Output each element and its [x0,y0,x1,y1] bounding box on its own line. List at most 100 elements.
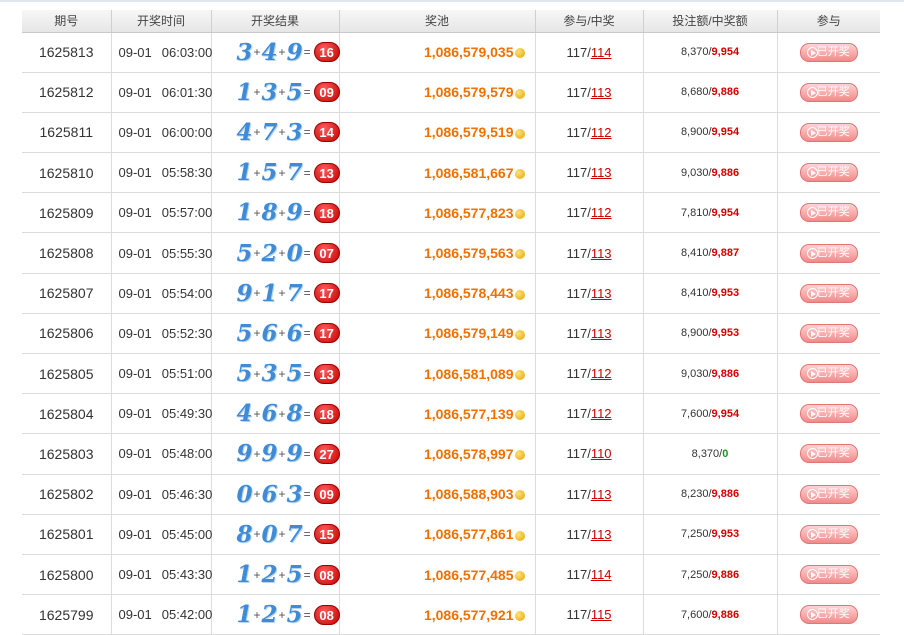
result-digit-3: 3 [286,118,303,146]
jackpot-pool: 1,086,578,997 [339,433,536,475]
coin-icon [514,289,525,300]
winner-count-link[interactable]: 112 [591,125,612,140]
participant-count: 117 [566,607,588,623]
winner-count-link[interactable]: 112 [591,366,612,381]
winner-count-link[interactable]: 115 [591,607,612,622]
participant-count: 117 [566,486,588,502]
join-cell: 已开奖 [777,152,880,194]
participant-count: 117 [566,165,588,181]
table-row: 1625813 09-01 06:03:00 3+4+9= 16 1,086,579… [22,32,880,73]
drawn-button[interactable]: 已开奖 [799,404,858,424]
winner-count-link[interactable]: 112 [591,406,612,421]
play-icon [806,126,818,138]
play-icon [806,528,818,540]
draw-clock: 05:46:30 [161,486,213,502]
winner-count-link[interactable]: 114 [591,45,612,60]
drawn-button[interactable]: 已开奖 [799,203,858,223]
drawn-button[interactable]: 已开奖 [799,484,858,504]
drawn-button[interactable]: 已开奖 [799,323,858,343]
result-sum-ball: 14 [313,122,340,143]
header-bet: 投注额/中奖额 [643,10,778,33]
draw-result: 1+8+9= 18 [211,192,340,234]
jackpot-pool: 1,086,579,035 [339,32,536,73]
draw-date: 09-01 [118,526,152,542]
header-participate: 参与/中奖 [535,10,644,33]
bet-win-amount: 8,900/9,954 [643,112,778,154]
drawn-button[interactable]: 已开奖 [799,42,858,62]
plus-sign: + [278,45,286,60]
join-cell: 已开奖 [777,514,880,555]
draw-clock: 05:55:30 [161,245,213,261]
table-row: 1625799 09-01 05:42:00 1+2+5= 08 1,086,577… [22,594,880,635]
drawn-button[interactable]: 已开奖 [799,163,858,183]
equals-sign: = [303,607,311,622]
drawn-button-label: 已开奖 [816,326,850,339]
drawn-button-label: 已开奖 [816,286,850,299]
drawn-button[interactable]: 已开奖 [799,565,858,585]
coin-icon [514,209,525,220]
winner-count-link[interactable]: 110 [591,446,612,461]
equals-sign: = [303,527,311,542]
coin-icon [514,450,525,461]
table-row: 1625811 09-01 06:00:00 4+7+3= 14 1,086,579… [22,112,880,154]
winner-count-link[interactable]: 113 [591,527,612,542]
issue-number: 1625812 [22,72,112,113]
result-digit-2: 2 [261,561,278,589]
result-digit-2: 6 [261,319,278,347]
result-digit-1: 1 [236,159,253,187]
winner-count-link[interactable]: 113 [591,246,612,261]
result-digit-3: 3 [286,480,303,508]
plus-sign: + [278,125,286,140]
draw-result: 8+0+7= 15 [211,514,340,555]
draw-time: 09-01 05:54:00 [111,273,212,314]
draw-result: 1+3+5= 09 [211,72,340,113]
winner-count-link[interactable]: 113 [591,487,612,502]
winner-count-link[interactable]: 114 [591,567,612,582]
drawn-button[interactable]: 已开奖 [799,82,858,102]
drawn-button[interactable]: 已开奖 [799,283,858,303]
jackpot-pool: 1,086,577,823 [339,192,536,234]
drawn-button[interactable]: 已开奖 [799,122,858,142]
play-icon [806,247,818,259]
participant-count: 117 [566,285,588,301]
drawn-button-label: 已开奖 [816,45,850,58]
win-amount: 9,886 [711,488,740,501]
join-cell: 已开奖 [777,72,880,113]
play-icon [806,46,818,58]
equals-sign: = [303,246,311,261]
draw-date: 09-01 [118,406,152,422]
drawn-button[interactable]: 已开奖 [799,444,858,464]
winner-count-link[interactable]: 112 [591,205,612,220]
table-row: 1625803 09-01 05:48:00 9+9+9= 27 1,086,578… [22,433,880,475]
drawn-button[interactable]: 已开奖 [799,524,858,544]
win-amount: 9,953 [711,528,740,541]
winner-count-link[interactable]: 113 [591,165,612,180]
jackpot-pool: 1,086,577,485 [339,554,536,596]
issue-number: 1625799 [22,594,112,635]
equals-sign: = [303,205,311,220]
drawn-button[interactable]: 已开奖 [799,243,858,263]
result-digit-1: 1 [236,561,253,589]
drawn-button[interactable]: 已开奖 [799,605,858,625]
plus-sign: + [253,246,261,261]
winner-count-link[interactable]: 113 [591,286,612,301]
plus-sign: + [253,286,261,301]
result-sum-ball: 13 [313,162,340,183]
bet-win-amount: 8,900/9,953 [643,313,778,355]
winner-count-link[interactable]: 113 [591,85,612,100]
plus-sign: + [253,487,261,502]
result-digit-3: 9 [286,199,303,227]
win-amount: 0 [722,447,729,460]
plus-sign: + [278,567,286,582]
result-digit-2: 1 [261,279,278,307]
result-digit-1: 1 [236,78,253,106]
drawn-button[interactable]: 已开奖 [799,364,858,384]
win-amount: 9,886 [711,166,740,179]
draw-date: 09-01 [118,245,152,261]
table-body: 1625813 09-01 06:03:00 3+4+9= 16 1,086,579… [22,32,880,635]
join-cell: 已开奖 [777,353,880,395]
draw-clock: 05:57:00 [161,205,213,221]
winner-count-link[interactable]: 113 [591,326,612,341]
drawn-button-label: 已开奖 [816,608,850,621]
plus-sign: + [278,286,286,301]
